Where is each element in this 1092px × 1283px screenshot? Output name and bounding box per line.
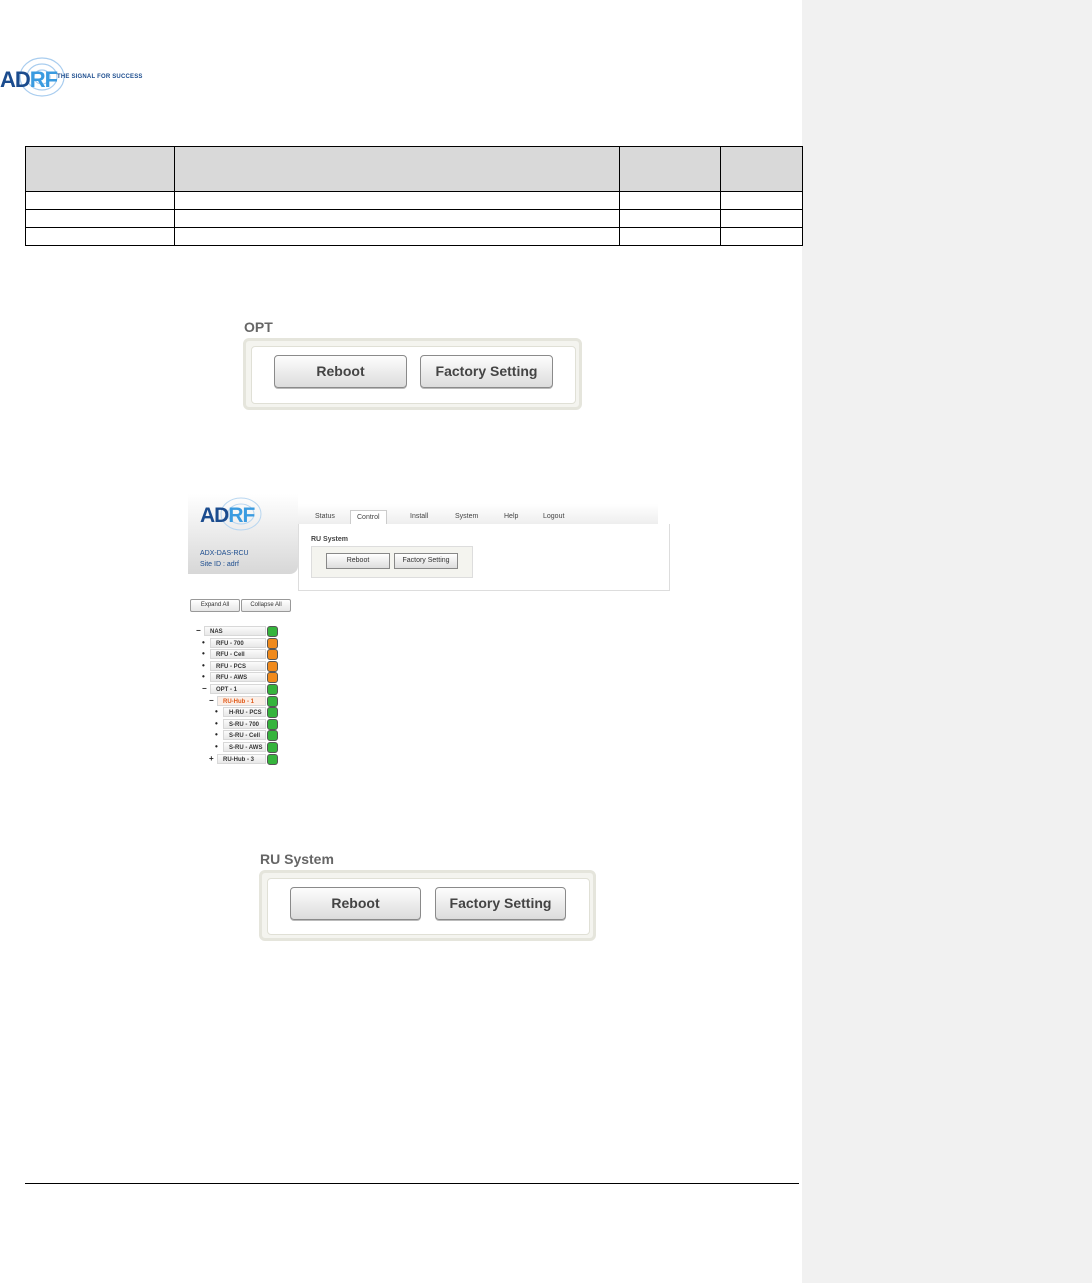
mini-factory-setting-button[interactable]: Factory Setting xyxy=(394,553,458,569)
device-name: ADX-DAS-RCU xyxy=(200,550,249,557)
status-led-icon xyxy=(267,684,278,695)
ru-system-title: RU System xyxy=(260,851,334,867)
mini-reboot-button[interactable]: Reboot xyxy=(326,553,390,569)
comment-margin xyxy=(802,0,1092,1283)
logo-tagline: THE SIGNAL FOR SUCCESS xyxy=(57,74,143,80)
ru-factory-setting-button[interactable]: Factory Setting xyxy=(435,887,566,920)
section-title: RU System xyxy=(311,536,348,543)
bullet-icon: • xyxy=(202,672,205,682)
tree-node-label[interactable]: S-RU - 700 xyxy=(223,718,266,729)
status-led-icon xyxy=(267,707,278,719)
status-led-icon xyxy=(267,695,278,707)
tree-node-label[interactable]: RFU - 700 xyxy=(210,637,266,648)
ru-system-mini-panel: Reboot Factory Setting xyxy=(311,546,473,578)
tree-node-label[interactable]: RFU - PCS xyxy=(210,660,266,671)
table-row xyxy=(25,209,803,228)
collapse-all-button[interactable]: Collapse All xyxy=(241,599,291,612)
bullet-icon: • xyxy=(202,649,205,659)
expand-all-button[interactable]: Expand All xyxy=(190,599,240,612)
table-row xyxy=(25,227,803,246)
tab-install[interactable]: Install xyxy=(410,513,428,520)
table-header-row xyxy=(25,146,803,192)
collapse-icon[interactable]: − xyxy=(209,696,214,706)
ru-reboot-button[interactable]: Reboot xyxy=(290,887,421,920)
bullet-icon: • xyxy=(215,742,218,751)
status-led-icon xyxy=(267,730,278,742)
tree-node-label[interactable]: H-RU - PCS xyxy=(223,707,266,718)
footer-rule xyxy=(25,1183,799,1184)
tree-node-label[interactable]: RFU - AWS xyxy=(210,672,266,683)
status-led-icon xyxy=(267,672,278,684)
bullet-icon: • xyxy=(202,637,205,647)
bullet-icon: • xyxy=(215,730,218,740)
spec-table xyxy=(25,146,803,246)
table-row xyxy=(25,191,803,210)
status-led-icon xyxy=(267,718,278,730)
opt-factory-setting-button[interactable]: Factory Setting xyxy=(420,355,553,388)
status-led-icon xyxy=(267,626,278,637)
tab-system[interactable]: System xyxy=(455,513,478,520)
bullet-icon: • xyxy=(215,707,218,717)
tree-node-label[interactable]: RU-Hub - 1 xyxy=(217,695,266,706)
status-led-icon xyxy=(267,637,278,649)
collapse-icon[interactable]: − xyxy=(196,626,201,636)
tree-node-label[interactable]: S-RU - Cell xyxy=(223,730,266,741)
logo-letters: ADRF xyxy=(0,67,58,92)
status-led-icon xyxy=(267,753,278,765)
web-ui-screenshot: ADRF ADX-DAS-RCU Site ID : adrf Status Co… xyxy=(188,494,670,769)
tree-node-label[interactable]: RU-Hub - 3 xyxy=(217,753,266,764)
web-ui-content: RU System Reboot Factory Setting xyxy=(298,524,670,591)
tree-node-label[interactable]: S-RU - AWS xyxy=(223,742,266,752)
tab-control[interactable]: Control xyxy=(350,510,387,524)
expand-icon[interactable]: + xyxy=(209,754,214,764)
tab-logout[interactable]: Logout xyxy=(543,513,564,520)
tree-node-label[interactable]: NAS xyxy=(204,626,266,636)
adrf-logo: ADRF THE SIGNAL FOR SUCCESS xyxy=(0,55,150,103)
collapse-icon[interactable]: − xyxy=(202,684,207,694)
bullet-icon: • xyxy=(202,660,205,670)
status-led-icon xyxy=(267,649,278,661)
status-led-icon xyxy=(267,742,278,753)
bullet-icon: • xyxy=(215,718,218,728)
opt-reboot-button[interactable]: Reboot xyxy=(274,355,407,388)
opt-panel: Reboot Factory Setting xyxy=(243,338,582,410)
ru-system-panel: Reboot Factory Setting xyxy=(259,870,596,941)
status-led-icon xyxy=(267,660,278,672)
web-ui-header-left: ADRF ADX-DAS-RCU Site ID : adrf xyxy=(188,494,298,574)
site-id: Site ID : adrf xyxy=(200,561,239,568)
tab-status[interactable]: Status xyxy=(315,513,335,520)
nav-tabs: Status Control Install System Help Logout xyxy=(298,504,658,524)
tab-help[interactable]: Help xyxy=(504,513,518,520)
tree-node-label[interactable]: RFU - Cell xyxy=(210,649,266,660)
opt-title: OPT xyxy=(244,319,273,335)
tree-node-label[interactable]: OPT - 1 xyxy=(210,684,266,694)
web-ui-logo: ADRF xyxy=(200,504,255,527)
